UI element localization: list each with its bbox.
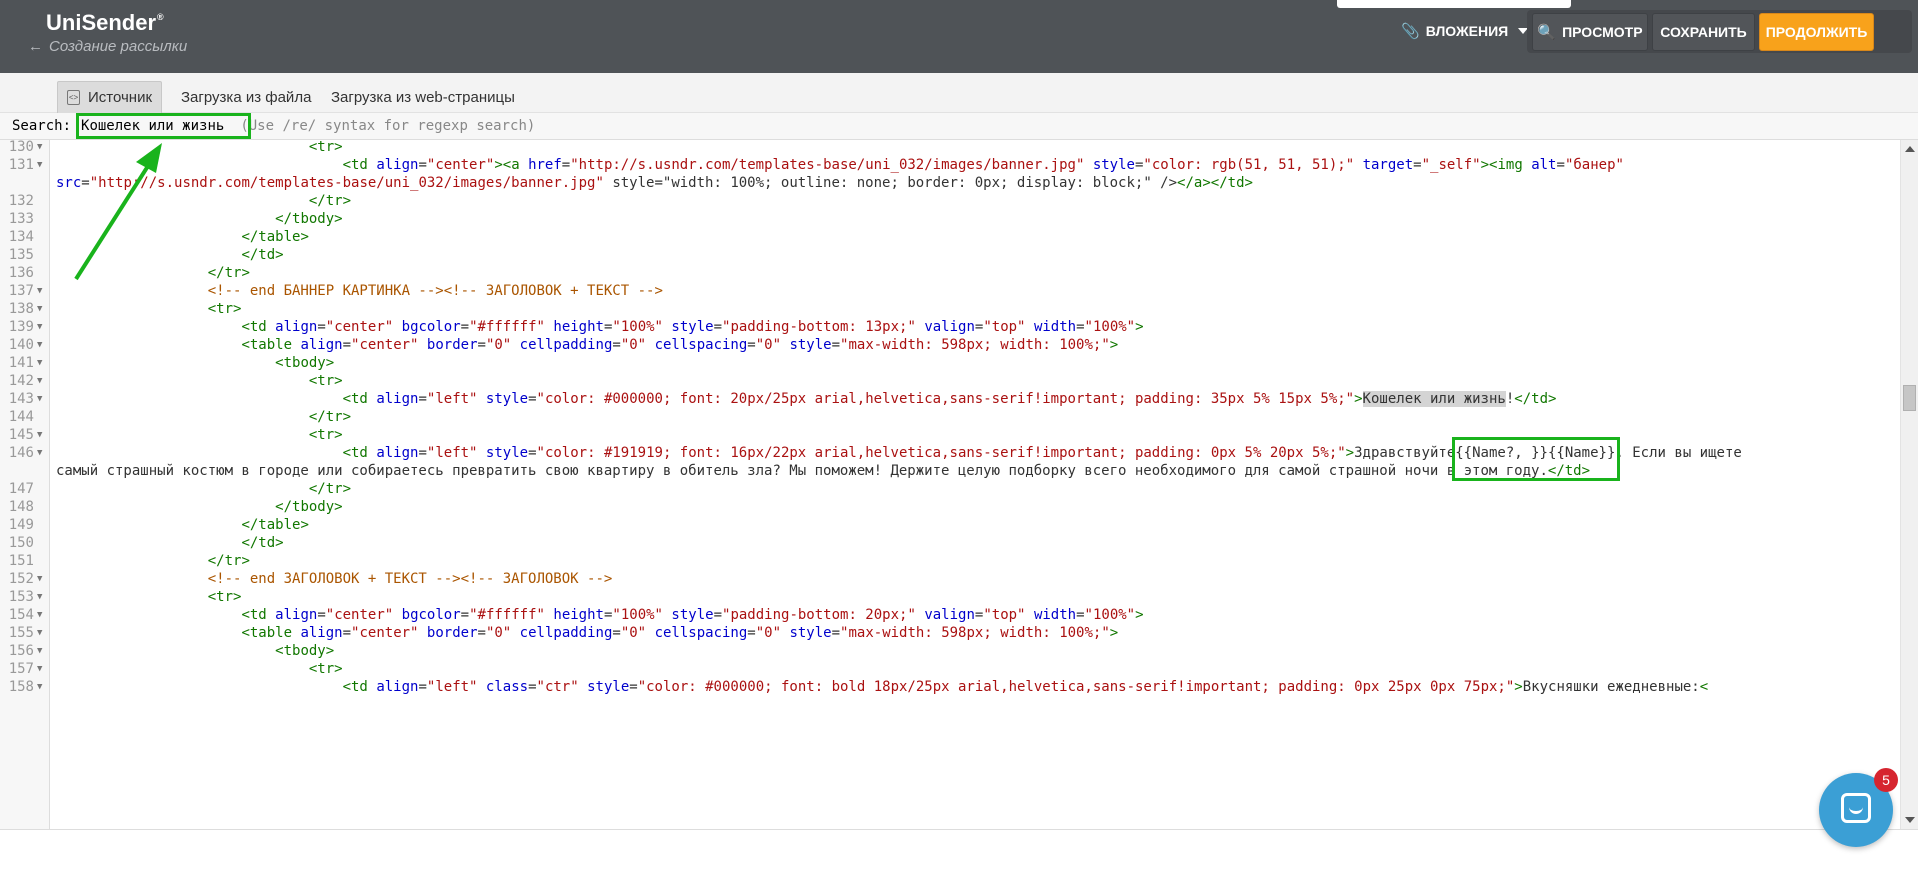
chat-widget-button[interactable]: 5 xyxy=(1819,768,1898,847)
chat-unread-badge: 5 xyxy=(1874,768,1898,792)
chat-icon xyxy=(1841,793,1871,823)
annotation-arrow xyxy=(74,143,162,281)
